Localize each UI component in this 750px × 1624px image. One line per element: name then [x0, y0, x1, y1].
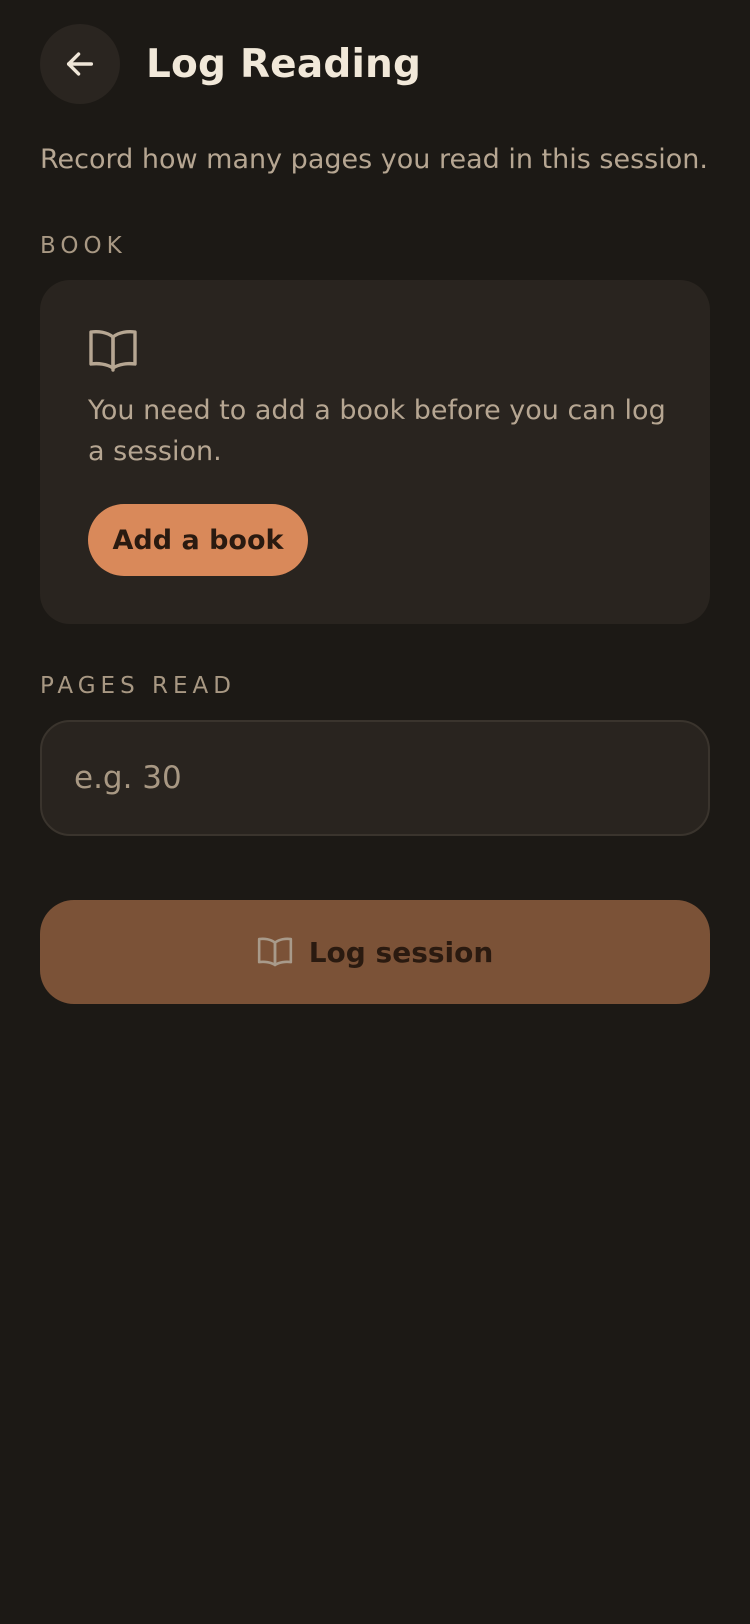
book-empty-card: You need to add a book before you can lo…: [40, 280, 710, 624]
pages-read-field: [40, 720, 710, 836]
arrow-left-icon: [66, 52, 94, 76]
header: Log Reading: [40, 24, 421, 104]
empty-book-message: You need to add a book before you can lo…: [88, 395, 666, 467]
pages-read-label: PAGES READ: [40, 673, 236, 699]
open-book-icon: [257, 937, 292, 967]
add-book-button[interactable]: Add a book: [88, 504, 308, 576]
book-section-label: BOOK: [40, 233, 127, 259]
page-subtitle: Record how many pages you read in this s…: [40, 144, 708, 175]
page-title: Log Reading: [146, 41, 422, 87]
back-button[interactable]: [40, 24, 120, 104]
pages-read-input[interactable]: [42, 722, 708, 834]
log-session-label: Log session: [308, 935, 494, 969]
log-reading-screen: Log Reading Record how many pages you re…: [0, 0, 750, 1624]
log-session-button[interactable]: Log session: [40, 900, 710, 1004]
open-book-icon: [89, 329, 137, 372]
